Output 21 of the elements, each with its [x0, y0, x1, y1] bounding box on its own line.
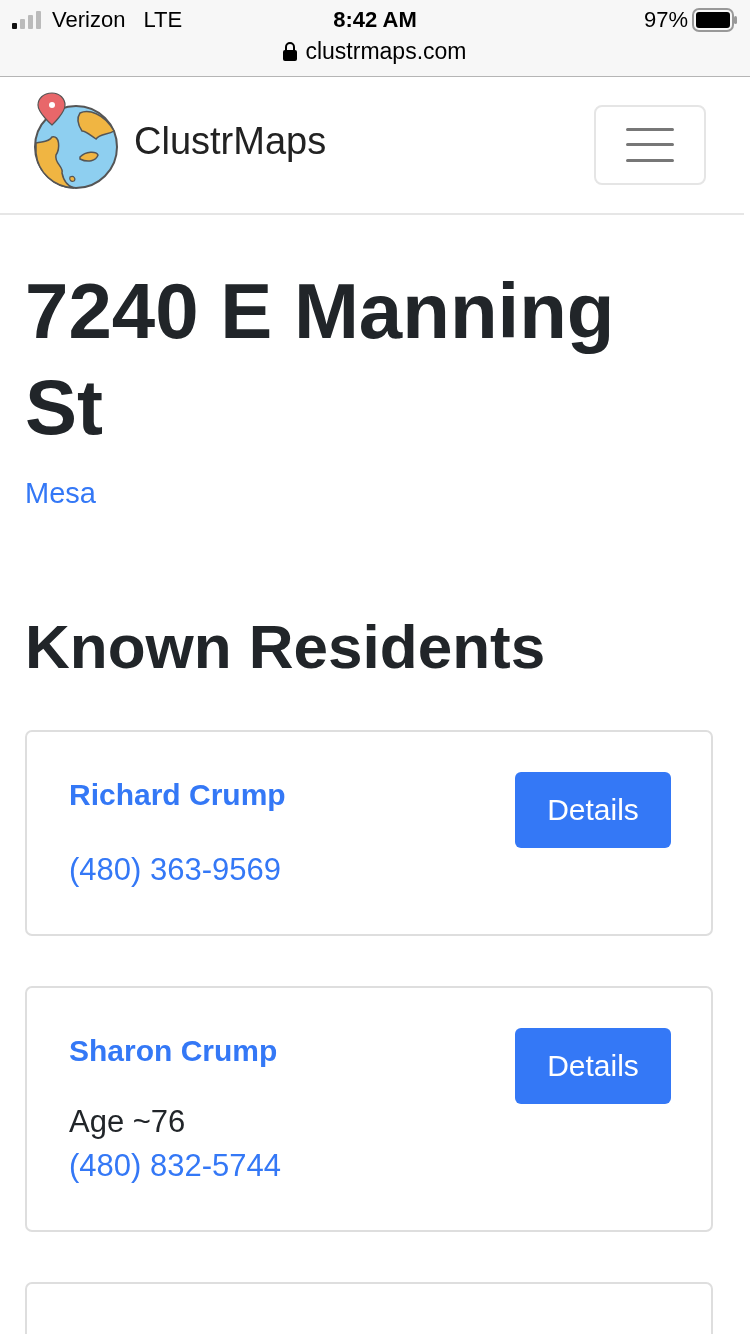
signal-icon — [12, 11, 44, 29]
section-heading: Known Residents — [25, 611, 547, 683]
details-button[interactable]: Details — [515, 1028, 671, 1104]
resident-age: Age ~76 — [69, 1103, 186, 1141]
clock-time: 8:42 AM — [333, 7, 417, 33]
resident-name-link[interactable]: Richard Crump — [69, 778, 286, 812]
city-link[interactable]: Mesa — [25, 477, 96, 510]
phone-link[interactable]: (480) 363-9569 — [69, 850, 281, 890]
lock-icon — [283, 42, 298, 61]
menu-icon — [626, 127, 674, 163]
network-type: LTE — [143, 7, 183, 33]
phone-link[interactable]: (480) 832-5744 — [69, 1146, 281, 1186]
details-button[interactable]: Details — [515, 772, 671, 848]
address-title: 7240 E Manning St — [25, 266, 616, 453]
menu-button[interactable] — [594, 105, 706, 185]
url-text[interactable]: clustrmaps.com — [305, 38, 467, 65]
battery-icon — [692, 8, 738, 32]
brand-name[interactable]: ClustrMaps — [134, 119, 327, 163]
carrier-name: Verizon — [52, 7, 126, 33]
battery-percent: 97% — [643, 7, 688, 33]
resident-name-link[interactable]: Sharon Crump — [69, 1034, 278, 1068]
